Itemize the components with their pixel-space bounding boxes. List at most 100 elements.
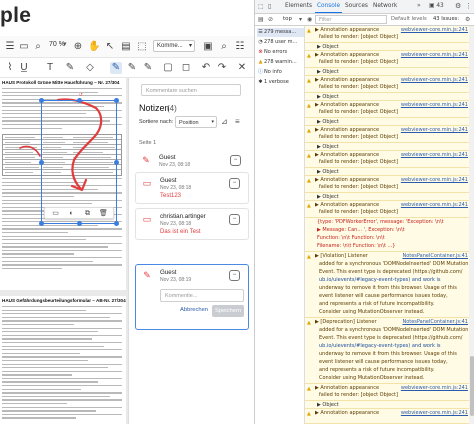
freehand-pen-icon[interactable]: ✎ <box>110 62 122 74</box>
source-link[interactable]: webviewer-core.min.js:241 <box>401 52 468 58</box>
resize-handle[interactable] <box>77 221 82 226</box>
comment-panel-icon[interactable]: ▣ <box>202 41 214 53</box>
redo-icon[interactable]: ↷ <box>216 62 228 74</box>
inspect-icon[interactable]: ⬚ <box>258 3 264 10</box>
clear-console-icon[interactable]: ⊘ <box>268 16 273 23</box>
chevron-down-icon[interactable]: ▾ <box>299 16 302 23</box>
note-menu-button[interactable]: − <box>229 214 240 225</box>
menu-icon[interactable]: ☰ <box>4 41 16 53</box>
console-object-row[interactable]: ▶ Object <box>305 193 469 201</box>
selection-box[interactable] <box>39 98 119 226</box>
notes-search-input[interactable]: Kommentare suchen <box>141 84 241 96</box>
tab-console[interactable]: Console <box>314 3 343 13</box>
copy-icon[interactable]: ⧉ <box>83 209 92 218</box>
eye-icon[interactable]: ◉ <box>307 16 312 23</box>
source-link[interactable]: NotesPanelContainer.js:41 <box>402 319 468 325</box>
source-link[interactable]: webviewer-core.min.js:241 <box>401 385 468 391</box>
more-options-icon[interactable]: ⋮ <box>465 2 472 10</box>
console-error-object-row[interactable]: {type: 'PDFWorkerError', message: 'Excep… <box>305 218 469 252</box>
issue-count[interactable]: 43 Issues: <box>433 16 459 22</box>
delete-icon[interactable]: 🗑 <box>99 209 108 218</box>
console-warning-row[interactable]: ▲ ▶ Annotation appearance webviewer-core.m… <box>305 384 469 401</box>
context-select[interactable]: top <box>283 16 292 22</box>
console-deprecation-row[interactable]: ▲ NotesPanelContainer.js:41 ▶ [Deprecati… <box>305 318 469 384</box>
console-warning-row[interactable]: ▲ ▶ Annotation appearance webviewer-core.m… <box>305 76 469 93</box>
note-menu-button[interactable]: − <box>230 155 241 166</box>
console-warning-row[interactable]: ▲ ▶ Annotation appearance webviewer-core.m… <box>305 101 469 118</box>
tab-network[interactable]: Network <box>373 3 397 9</box>
resize-handle[interactable] <box>114 160 119 165</box>
console-object-row[interactable]: ▶ Object <box>305 93 469 101</box>
note-menu-button[interactable]: − <box>229 270 240 281</box>
note-card[interactable]: ✎ Guest Nov 23, 08:18 − <box>135 150 249 174</box>
console-warning-row[interactable]: ▲ ▶ Annotation appearance webviewer-core.m… <box>305 26 469 43</box>
source-link[interactable]: webviewer-core.min.js:241 <box>401 202 468 208</box>
console-warning-row[interactable]: ▲ ▶ Annotation appearance webviewer-core.m… <box>305 409 469 424</box>
comment-mode-select[interactable]: Komme... ▾ <box>153 40 195 52</box>
source-link[interactable]: NotesPanelContainer.js:41 <box>402 253 468 259</box>
sidebar-toggle-icon[interactable]: ▤ <box>258 16 264 23</box>
zoom-in-icon[interactable]: ⊕ <box>72 41 84 53</box>
tab-sources[interactable]: Sources <box>345 3 368 9</box>
resize-handle[interactable] <box>114 221 119 226</box>
undo-icon[interactable]: ↶ <box>200 62 212 74</box>
select-cursor-icon[interactable]: ↖ <box>104 41 116 53</box>
list-menu-icon[interactable]: ≡ <box>235 117 245 127</box>
eraser-icon[interactable]: ◇ <box>84 62 96 74</box>
source-link[interactable]: webviewer-core.min.js:241 <box>401 127 468 133</box>
more-tabs-icon[interactable]: » <box>417 2 421 9</box>
issues-badge[interactable]: ▣ 43 <box>429 3 444 9</box>
source-link[interactable]: webviewer-core.min.js:241 <box>401 410 468 416</box>
save-button[interactable]: Speichern <box>212 305 244 317</box>
search-icon[interactable]: ⌕ <box>32 41 44 53</box>
note-card[interactable]: ▭ christian.artinger Nov 23, 08:18 Das i… <box>135 208 249 240</box>
underline-icon[interactable]: U̲ <box>18 62 30 74</box>
brush-icon[interactable]: ✎ <box>142 62 154 74</box>
highlight-icon[interactable]: ⌇ <box>4 62 16 74</box>
console-messages[interactable]: ▲ ▶ Annotation appearance webviewer-core.m… <box>305 26 469 424</box>
console-object-row[interactable]: ▶ Object <box>305 118 469 126</box>
source-link[interactable]: webviewer-core.min.js:241 <box>401 177 468 183</box>
resize-handle[interactable] <box>77 98 82 103</box>
cancel-button[interactable]: Abbrechen <box>180 307 208 313</box>
sort-select[interactable]: Position ▾ <box>175 116 217 128</box>
console-violation-row[interactable]: ▲ NotesPanelContainer.js:41 ▶ [Violation… <box>305 252 469 318</box>
close-icon[interactable]: ✕ <box>236 62 248 74</box>
sidebar-item-warnings[interactable]: ▲ 278 warnin... <box>257 58 304 67</box>
shape-icon[interactable]: ◻ <box>180 62 192 74</box>
resize-handle[interactable] <box>39 160 44 165</box>
pdf-page-area[interactable]: HAUS Protokoll Grüne Mitte Hausführung –… <box>0 78 128 424</box>
page-view-icon[interactable]: ▤ <box>120 41 132 53</box>
notes-toggle-icon[interactable]: ☷ <box>234 41 246 53</box>
source-link[interactable]: webviewer-core.min.js:241 <box>401 77 468 83</box>
console-warning-row[interactable]: ▲ ▶ Annotation appearance webviewer-core.m… <box>305 151 469 168</box>
scrollbar-thumb[interactable] <box>470 356 474 416</box>
fit-page-icon[interactable]: ⬚ <box>136 41 148 53</box>
comment-icon[interactable]: ▭ <box>51 209 60 218</box>
console-object-row[interactable]: ▶ Object <box>305 401 469 409</box>
note-card[interactable]: ▭ Guest Nov 23, 08:18 Test123 − <box>135 172 249 204</box>
note-card-selected[interactable]: ✎ Guest Nov 23, 08:19 − Kommentie... Abb… <box>135 264 249 330</box>
chevron-down-icon[interactable]: ▾ <box>63 40 67 48</box>
device-toggle-icon[interactable]: ▯ <box>268 3 271 10</box>
tab-elements[interactable]: Elements <box>285 3 312 9</box>
marker-icon[interactable]: ✎ <box>126 62 138 74</box>
console-object-row[interactable]: ▶ Object <box>305 43 469 51</box>
console-object-row[interactable]: ▶ Object <box>305 68 469 76</box>
sidebar-item-user-messages[interactable]: ◔278 user m... <box>257 38 304 47</box>
gear-icon[interactable]: ⚙ <box>455 2 461 10</box>
source-link[interactable]: webviewer-core.min.js:241 <box>401 27 468 33</box>
console-warning-row[interactable]: ▲ ▶ Annotation appearance webviewer-core.m… <box>305 126 469 143</box>
search-doc-icon[interactable]: ⌕ <box>218 41 230 53</box>
log-levels-select[interactable]: Default levels <box>391 16 427 22</box>
console-warning-row[interactable]: ▲ ▶ Annotation appearance webviewer-core.m… <box>305 176 469 193</box>
sidebar-item-verbose[interactable]: ✱1 verbose <box>257 78 304 87</box>
resize-handle[interactable] <box>39 221 44 226</box>
console-object-row[interactable]: ▶ Object <box>305 143 469 151</box>
filter-icon[interactable]: ⊿ <box>221 117 231 127</box>
sidebar-item-messages[interactable]: ☰279 messa... <box>257 28 304 37</box>
thumbnail-icon[interactable]: ▭ <box>18 41 30 53</box>
text-tool-icon[interactable]: T <box>44 62 56 74</box>
console-scrollbar[interactable] <box>469 26 474 424</box>
resize-handle[interactable] <box>114 98 119 103</box>
